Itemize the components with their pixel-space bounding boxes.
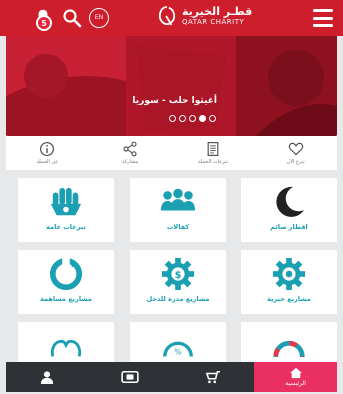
action-label: تبرع الآن	[286, 159, 305, 165]
banner-caption: أغيثوا حلب - سوريا	[132, 96, 217, 106]
action-label: مشاركة	[122, 159, 139, 165]
donate-now-button[interactable]: تبرع الآن	[254, 136, 337, 170]
logo-arabic-text: قطـر الخيرية	[182, 5, 253, 18]
tile-label: افطار صائم	[270, 223, 308, 231]
tile-sponsorships[interactable]: كفالات	[130, 178, 226, 242]
income-gear-icon: $	[161, 257, 195, 291]
qatar-charity-logo: قطـر الخيرية QATAR CHARITY	[158, 5, 252, 27]
tile-label: مشاريع مدرة للدخل	[146, 295, 210, 303]
nav-profile[interactable]	[6, 362, 89, 392]
tile-partial[interactable]	[241, 322, 337, 362]
action-label: عن الحملة	[36, 159, 59, 165]
action-label: تبرعات الحملة	[197, 159, 228, 165]
carousel-dot[interactable]	[189, 115, 196, 122]
campaign-donations-button[interactable]: تبرعات الحملة	[172, 136, 255, 170]
tile-partial[interactable]: %	[130, 322, 226, 362]
tile-general-donations[interactable]: تبرعات عامة	[18, 178, 114, 242]
tile-label: كفالات	[166, 223, 190, 231]
logo-mark-icon	[158, 6, 176, 26]
carousel-dot[interactable]	[169, 115, 176, 122]
top-bar: 5 EN قطـر الخيرية QATAR CHARITY	[0, 0, 343, 36]
nav-wallet[interactable]	[89, 362, 172, 392]
contribution-icon	[49, 257, 83, 291]
charity-gear-icon	[272, 257, 306, 291]
tile-contribution-projects[interactable]: مشاريع مساهمة	[18, 250, 114, 314]
app-screen: 5 EN قطـر الخيرية QATAR CHARITY أغيثوا ح…	[0, 0, 343, 394]
nav-home[interactable]: الرئيسية	[254, 362, 337, 392]
tile-income-projects[interactable]: $ مشاريع مدرة للدخل	[130, 250, 226, 314]
tile-iftar[interactable]: افطار صائم	[241, 178, 337, 242]
tile-label: تبرعات عامة	[46, 223, 86, 231]
nav-label: الرئيسية	[285, 380, 306, 387]
people-icon	[160, 188, 196, 211]
notification-badge: 5	[36, 15, 52, 31]
share-icon	[123, 141, 137, 157]
heart-icon	[288, 142, 303, 156]
carousel-dot[interactable]	[179, 115, 186, 122]
campaign-banner[interactable]: أغيثوا حلب - سوريا	[6, 36, 337, 136]
partial-lifebuoy-icon	[273, 340, 305, 357]
partial-heart-icon	[50, 339, 82, 357]
carousel-dot[interactable]	[209, 115, 216, 122]
document-icon	[207, 142, 219, 156]
menu-icon[interactable]	[313, 9, 333, 27]
campaign-actions: عن الحملة مشاركة تبرعات الحملة تبرع الآن	[6, 136, 337, 170]
info-icon	[40, 141, 55, 157]
hands-icon	[50, 187, 82, 216]
search-icon[interactable]	[62, 8, 82, 28]
cart-icon	[205, 370, 220, 384]
tile-label: مشاريع مساهمة	[40, 295, 92, 303]
home-icon	[289, 367, 302, 379]
crescent-icon	[276, 186, 304, 217]
tile-label: مشاريع خيرية	[267, 295, 311, 303]
carousel-dot-active[interactable]	[199, 115, 206, 122]
tile-charity-projects[interactable]: مشاريع خيرية	[241, 250, 337, 314]
about-campaign-button[interactable]: عن الحملة	[6, 136, 89, 170]
carousel-dots	[169, 115, 216, 122]
bottom-navigation: الرئيسية	[6, 362, 337, 392]
user-icon	[41, 371, 54, 384]
nav-cart[interactable]	[172, 362, 255, 392]
svg-text:%: %	[174, 348, 181, 357]
wallet-icon	[121, 370, 139, 384]
language-button[interactable]: EN	[89, 8, 109, 28]
share-button[interactable]: مشاركة	[89, 136, 172, 170]
logo-english-text: QATAR CHARITY	[182, 18, 245, 26]
svg-text:$: $	[175, 270, 182, 281]
partial-circle-icon: %	[163, 341, 193, 357]
tile-partial[interactable]	[18, 322, 114, 362]
